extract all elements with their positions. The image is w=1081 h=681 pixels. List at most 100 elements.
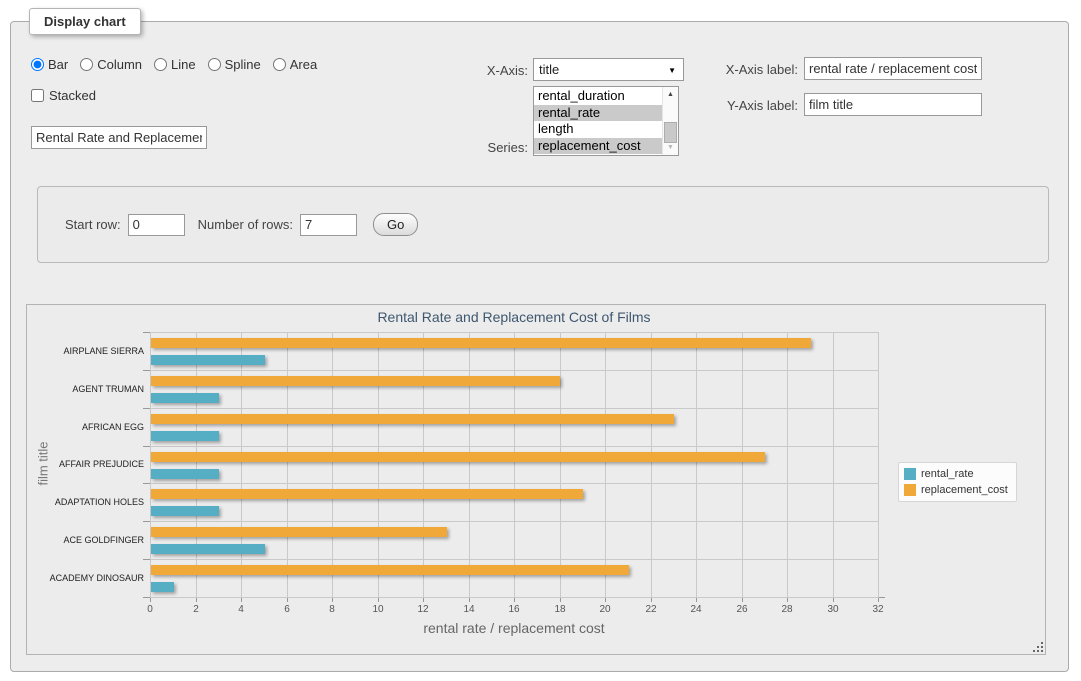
stacked-label: Stacked [49, 88, 96, 103]
x-tick-label: 12 [417, 604, 428, 615]
legend-item-replacement_cost[interactable]: replacement_cost [904, 484, 1008, 496]
gridline [332, 332, 333, 597]
category-label: AFRICAN EGG [33, 422, 144, 432]
chart-type-option-area[interactable]: Area [273, 57, 317, 72]
bar-rental_rate [151, 469, 219, 479]
series-select-label: Series: [403, 140, 528, 155]
x-axis-label-input[interactable] [804, 57, 982, 80]
x-tick-label: 26 [736, 604, 747, 615]
axis-tick [696, 598, 697, 602]
gridline [696, 332, 697, 597]
axis-tick [469, 598, 470, 602]
axis-tick [150, 598, 151, 602]
x-tick-label: 32 [872, 604, 883, 615]
x-axis-select-label: X-Axis: [403, 63, 528, 78]
x-tick-label: 6 [284, 604, 290, 615]
stacked-checkbox-row[interactable]: Stacked [31, 88, 96, 103]
series-listbox[interactable]: rental_durationrental_ratelengthreplacem… [533, 86, 679, 156]
category-label: ACADEMY DINOSAUR [33, 573, 144, 583]
x-tick-label: 14 [463, 604, 474, 615]
legend-item-rental_rate[interactable]: rental_rate [904, 468, 1008, 480]
number-of-rows-label: Number of rows: [198, 217, 293, 232]
chart-type-option-spline[interactable]: Spline [208, 57, 261, 72]
x-tick-label: 20 [599, 604, 610, 615]
chart-type-radio-bar[interactable] [31, 58, 44, 71]
gridline [833, 332, 834, 597]
legend-label: replacement_cost [921, 484, 1008, 496]
gridline [150, 483, 879, 484]
category-label: AIRPLANE SIERRA [33, 346, 144, 356]
bar-replacement_cost [151, 414, 674, 424]
chart-legend: rental_rate replacement_cost [898, 462, 1017, 502]
x-tick-label: 30 [827, 604, 838, 615]
go-button[interactable]: Go [373, 213, 418, 236]
axis-tick [833, 598, 834, 602]
axis-tick [742, 598, 743, 602]
row-controls-panel: Start row: Number of rows: Go [37, 186, 1049, 263]
category-tick [143, 597, 150, 598]
series-options: rental_durationrental_ratelengthreplacem… [534, 87, 662, 155]
chart-type-label: Line [171, 57, 196, 72]
y-axis-label-label: Y-Axis label: [673, 98, 798, 113]
x-axis-select[interactable]: title ▼ [533, 58, 684, 81]
chart-type-option-bar[interactable]: Bar [31, 57, 68, 72]
chart-type-label: Spline [225, 57, 261, 72]
gridline [150, 559, 879, 560]
chart-title: Rental Rate and Replacement Cost of Film… [150, 309, 878, 325]
gridline [378, 332, 379, 597]
chart-type-option-line[interactable]: Line [154, 57, 196, 72]
start-row-label: Start row: [65, 217, 121, 232]
bar-replacement_cost [151, 565, 629, 575]
category-label: ADAPTATION HOLES [33, 497, 144, 507]
category-tick [143, 370, 150, 371]
number-of-rows-input[interactable] [300, 214, 357, 236]
axis-tick [196, 598, 197, 602]
bar-rental_rate [151, 355, 265, 365]
chart-panel: Rental Rate and Replacement Cost of Film… [26, 304, 1046, 655]
gridline [287, 332, 288, 597]
x-tick-label: 2 [193, 604, 199, 615]
x-tick-label: 8 [329, 604, 335, 615]
gridline [241, 332, 242, 597]
start-row-input[interactable] [128, 214, 185, 236]
gridline [150, 408, 879, 409]
scrollbar-thumb[interactable] [664, 122, 677, 143]
gridline [150, 597, 879, 598]
category-tick [143, 446, 150, 447]
gridline [560, 332, 561, 597]
chart-type-radio-area[interactable] [273, 58, 286, 71]
bar-replacement_cost [151, 489, 583, 499]
y-axis-label-input[interactable] [804, 93, 982, 116]
category-label: AFFAIR PREJUDICE [33, 459, 144, 469]
series-option-rental_duration[interactable]: rental_duration [534, 88, 662, 105]
bar-rental_rate [151, 393, 219, 403]
chart-type-label: Bar [48, 57, 68, 72]
chart-type-radio-column[interactable] [80, 58, 93, 71]
series-option-length[interactable]: length [534, 121, 662, 138]
axis-tick [651, 598, 652, 602]
series-option-replacement_cost[interactable]: replacement_cost [534, 138, 662, 155]
panel-title: Display chart [29, 8, 141, 35]
category-tick [143, 559, 150, 560]
x-tick-label: 22 [645, 604, 656, 615]
x-tick-label: 0 [147, 604, 153, 615]
axis-tick [287, 598, 288, 602]
x-tick-label: 10 [372, 604, 383, 615]
bar-replacement_cost [151, 338, 811, 348]
gridline [787, 332, 788, 597]
x-axis-label-label: X-Axis label: [673, 62, 798, 77]
gridline [196, 332, 197, 597]
x-tick-label: 24 [690, 604, 701, 615]
gridline [423, 332, 424, 597]
axis-tick [560, 598, 561, 602]
scroll-down-arrow-icon[interactable]: ▼ [663, 141, 678, 154]
series-option-rental_rate[interactable]: rental_rate [534, 105, 662, 122]
stacked-checkbox[interactable] [31, 89, 44, 102]
chart-type-radio-group: Bar Column Line Spline Area [31, 57, 317, 72]
chart-type-option-column[interactable]: Column [80, 57, 142, 72]
resize-grip-icon[interactable] [1032, 641, 1044, 653]
axis-tick [605, 598, 606, 602]
chart-title-input[interactable] [31, 126, 207, 149]
chart-type-radio-spline[interactable] [208, 58, 221, 71]
chart-type-radio-line[interactable] [154, 58, 167, 71]
